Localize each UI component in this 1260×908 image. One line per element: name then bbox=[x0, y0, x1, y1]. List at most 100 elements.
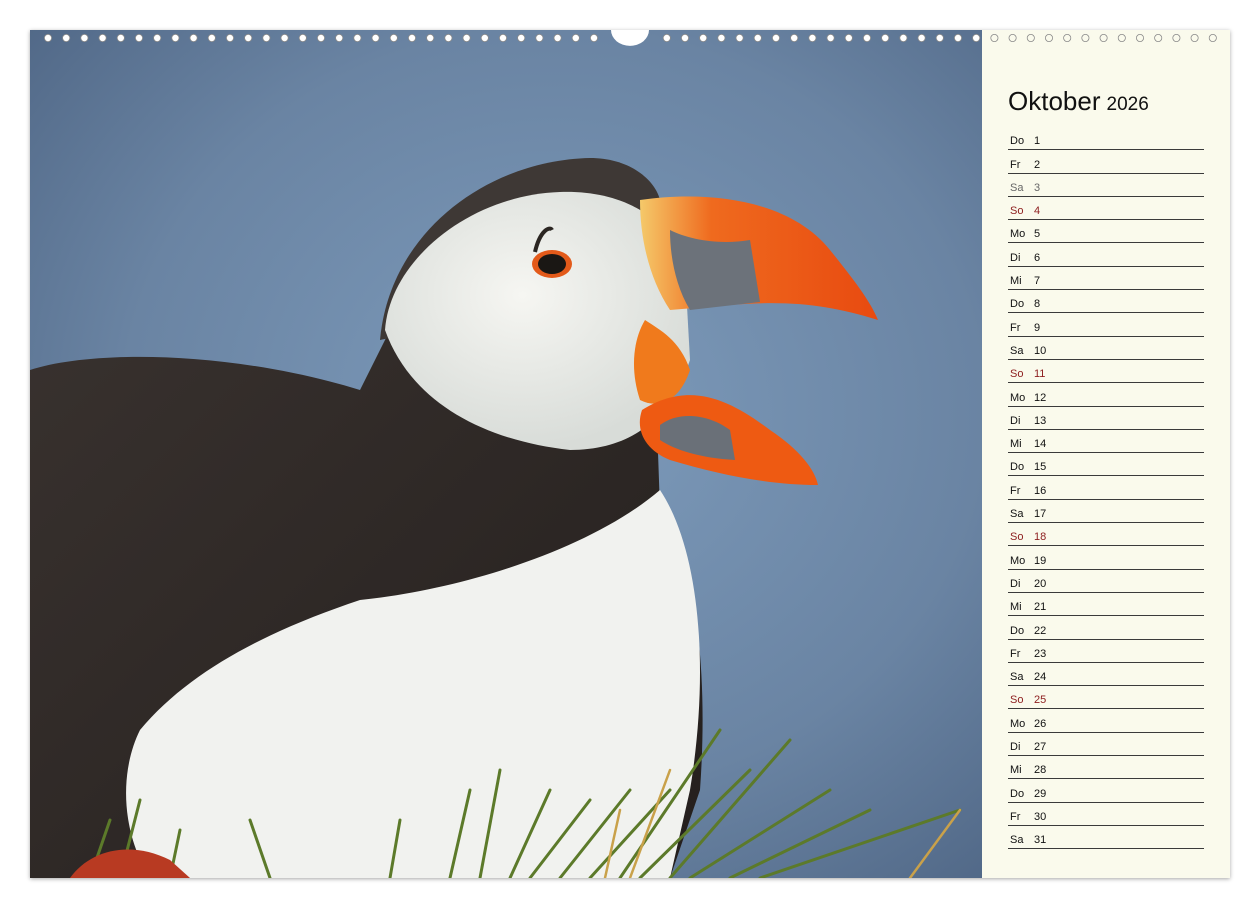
day-number: 30 bbox=[1034, 810, 1047, 823]
binding-hole bbox=[790, 34, 799, 42]
weekday-label: Mo bbox=[1010, 717, 1026, 730]
weekday-label: Mo bbox=[1010, 228, 1026, 241]
day-number: 19 bbox=[1034, 554, 1047, 567]
weekday-label: Mi bbox=[1010, 601, 1022, 614]
day-row: Sa 17 bbox=[1008, 500, 1204, 524]
binding-hole bbox=[444, 34, 453, 42]
day-row: Fr 30 bbox=[1008, 803, 1204, 826]
binding-hole bbox=[808, 34, 817, 42]
binding-hole bbox=[371, 34, 380, 42]
binding-hole bbox=[1208, 34, 1217, 42]
binding-hole bbox=[571, 34, 580, 42]
calendar-page: Oktober 2026 Do 1 Fr 2 Sa 3 So 4 Mo 5 Di 6 Mi 7 Do 8 Fr 9 S… bbox=[30, 30, 1230, 878]
binding-hole bbox=[535, 34, 544, 42]
day-number: 31 bbox=[1034, 834, 1047, 847]
binding-hole bbox=[990, 34, 999, 42]
weekday-label: Do bbox=[1010, 624, 1025, 637]
month-name: Oktober bbox=[1008, 86, 1101, 116]
weekday-label: Fr bbox=[1010, 158, 1021, 171]
binding-hole bbox=[1008, 34, 1017, 42]
binding-hole bbox=[1154, 34, 1163, 42]
day-row: Fr 16 bbox=[1008, 476, 1204, 500]
binding-hole bbox=[881, 34, 890, 42]
binding-hole bbox=[1063, 34, 1072, 42]
binding-hole bbox=[335, 34, 344, 42]
binding-hole bbox=[917, 34, 926, 42]
spiral-binding bbox=[43, 30, 1217, 46]
weekday-label: Mi bbox=[1010, 275, 1022, 288]
day-number: 18 bbox=[1034, 531, 1047, 544]
day-number: 28 bbox=[1034, 764, 1047, 777]
weekday-label: Di bbox=[1010, 741, 1021, 754]
weekday-label: Mo bbox=[1010, 391, 1026, 404]
binding-hole bbox=[225, 34, 234, 42]
day-row: So 11 bbox=[1008, 360, 1204, 384]
day-number: 3 bbox=[1034, 181, 1041, 194]
day-row: Fr 2 bbox=[1008, 150, 1204, 174]
day-row: So 25 bbox=[1008, 686, 1204, 710]
binding-hole bbox=[116, 34, 125, 42]
hanger-notch bbox=[611, 30, 649, 46]
weekday-label: So bbox=[1010, 531, 1024, 544]
binding-hole bbox=[954, 34, 963, 42]
day-row: Di 6 bbox=[1008, 243, 1204, 267]
binding-hole bbox=[480, 34, 489, 42]
binding-hole bbox=[681, 34, 690, 42]
day-row: Do 29 bbox=[1008, 779, 1204, 803]
binding-hole bbox=[1172, 34, 1181, 42]
weekday-label: Di bbox=[1010, 414, 1021, 427]
weekday-label: Sa bbox=[1010, 671, 1024, 684]
binding-hole bbox=[735, 34, 744, 42]
binding-hole bbox=[662, 34, 671, 42]
day-row: Fr 9 bbox=[1008, 313, 1204, 337]
day-number: 27 bbox=[1034, 741, 1047, 754]
weekday-label: Di bbox=[1010, 577, 1021, 590]
day-number: 22 bbox=[1034, 624, 1047, 637]
binding-hole bbox=[280, 34, 289, 42]
binding-hole bbox=[1136, 34, 1145, 42]
binding-hole bbox=[207, 34, 216, 42]
binding-hole bbox=[1099, 34, 1108, 42]
weekday-label: Sa bbox=[1010, 508, 1024, 521]
weekday-label: So bbox=[1010, 694, 1024, 707]
weekday-label: Sa bbox=[1010, 181, 1024, 194]
day-row: Sa 10 bbox=[1008, 337, 1204, 360]
binding-hole bbox=[498, 34, 507, 42]
day-number: 14 bbox=[1034, 438, 1047, 451]
day-number: 20 bbox=[1034, 577, 1047, 590]
binding-hole bbox=[262, 34, 271, 42]
weekday-label: Do bbox=[1010, 787, 1025, 800]
weekday-label: Fr bbox=[1010, 810, 1021, 823]
binding-hole bbox=[80, 34, 89, 42]
day-number: 10 bbox=[1034, 344, 1047, 357]
weekday-label: Fr bbox=[1010, 647, 1021, 660]
day-row: Do 15 bbox=[1008, 453, 1204, 477]
day-number: 17 bbox=[1034, 508, 1047, 521]
binding-hole bbox=[135, 34, 144, 42]
day-number: 5 bbox=[1034, 228, 1041, 241]
day-number: 25 bbox=[1034, 694, 1047, 707]
day-row: Mi 7 bbox=[1008, 267, 1204, 291]
binding-hole bbox=[844, 34, 853, 42]
weekday-label: Mo bbox=[1010, 554, 1026, 567]
binding-hole bbox=[899, 34, 908, 42]
binding-hole bbox=[717, 34, 726, 42]
day-row: Sa 31 bbox=[1008, 826, 1204, 850]
day-number: 23 bbox=[1034, 647, 1047, 660]
binding-hole bbox=[863, 34, 872, 42]
binding-hole bbox=[1117, 34, 1126, 42]
weekday-label: Sa bbox=[1010, 834, 1024, 847]
weekday-label: Mi bbox=[1010, 764, 1022, 777]
day-number: 15 bbox=[1034, 461, 1047, 474]
day-number: 1 bbox=[1034, 135, 1041, 148]
day-number: 6 bbox=[1034, 251, 1041, 264]
day-row: So 4 bbox=[1008, 197, 1204, 221]
binding-hole bbox=[189, 34, 198, 42]
weekday-label: Di bbox=[1010, 251, 1021, 264]
day-row: Fr 23 bbox=[1008, 640, 1204, 663]
calendar-panel: Oktober 2026 Do 1 Fr 2 Sa 3 So 4 Mo 5 Di 6 Mi 7 Do 8 Fr 9 S… bbox=[982, 30, 1230, 878]
binding-hole bbox=[826, 34, 835, 42]
binding-hole bbox=[153, 34, 162, 42]
day-row: Mo 26 bbox=[1008, 709, 1204, 733]
day-number: 16 bbox=[1034, 484, 1047, 497]
